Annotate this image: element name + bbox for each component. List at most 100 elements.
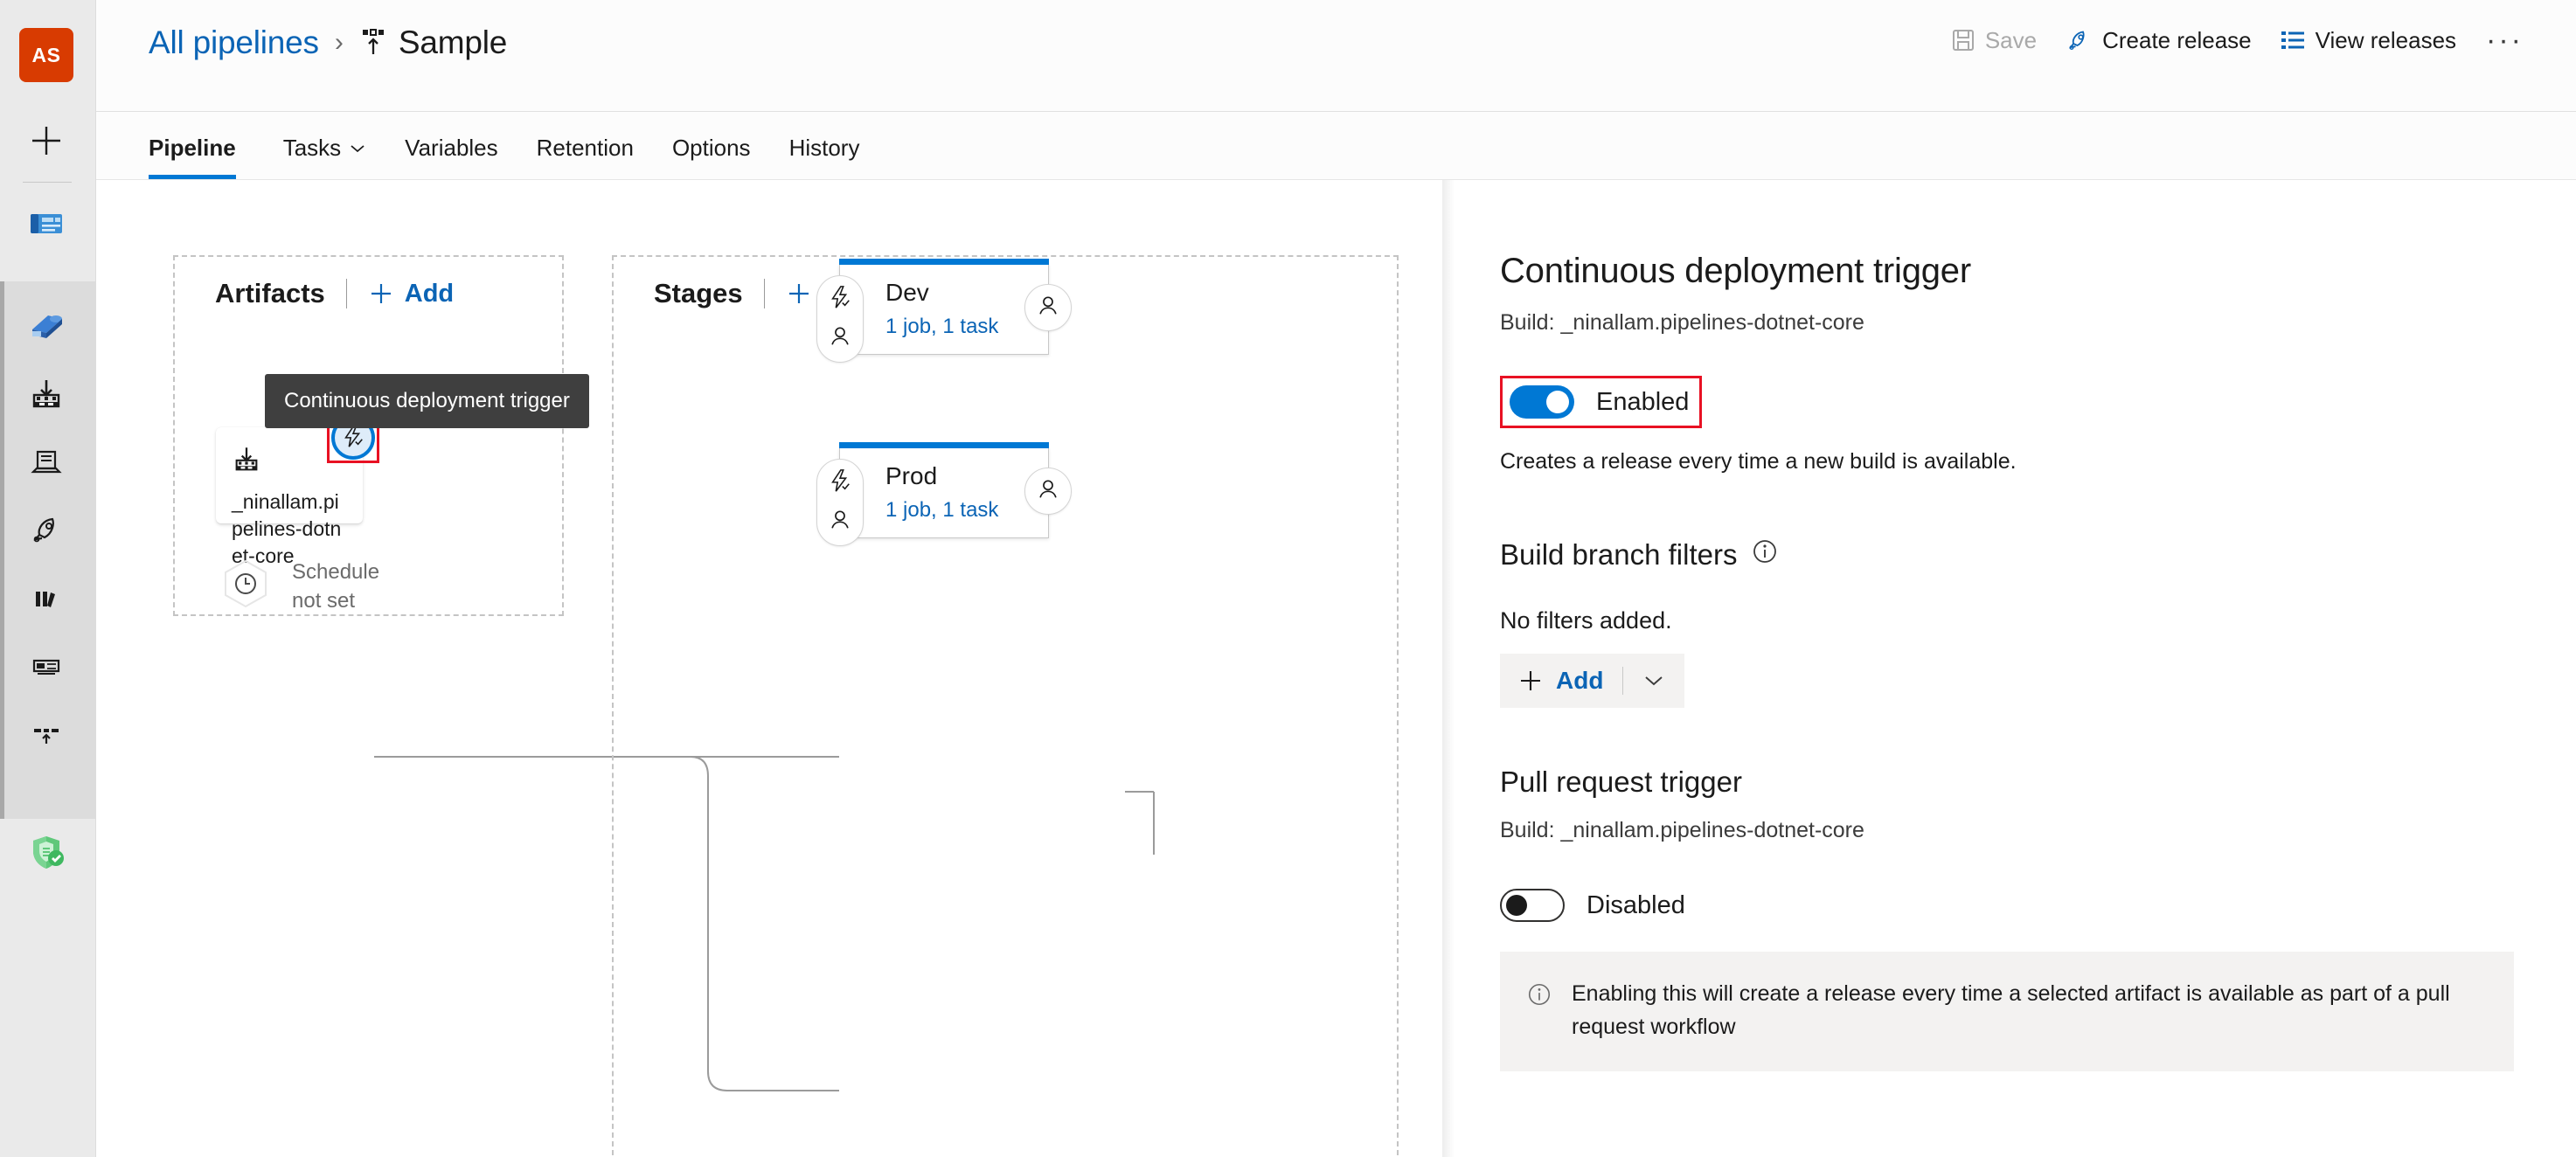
cd-toggle-highlight: Enabled — [1500, 376, 1703, 428]
view-releases-button[interactable]: View releases — [2266, 18, 2470, 63]
tab-history-label: History — [788, 135, 860, 161]
pipeline-canvas: Artifacts Add _ninallam.pipelines-dotnet… — [96, 180, 1442, 1157]
pull-request-subtitle: Build: _ninallam.pipelines-dotnet-core — [1500, 818, 1864, 842]
sidebar-item-boards[interactable] — [19, 197, 73, 251]
pr-toggle-row: Disabled — [1500, 889, 2524, 922]
post-deploy-approval-dev[interactable] — [1024, 284, 1072, 331]
create-release-button[interactable]: Create release — [2051, 17, 2266, 63]
add-artifact-button[interactable]: Add — [368, 280, 454, 308]
stage-card-dev[interactable]: Dev 1 job, 1 task — [816, 259, 1072, 363]
stage-trigger-badges-prod[interactable] — [816, 459, 864, 546]
schedule-label: Schedule not set — [292, 558, 379, 615]
tab-bar: Pipeline Tasks Variables Retention Optio… — [96, 112, 2576, 180]
stage-name-prod: Prod — [885, 462, 938, 489]
sidebar-item-deployment-groups[interactable] — [19, 708, 73, 762]
breadcrumb-all-pipelines[interactable]: All pipelines — [149, 24, 319, 61]
info-icon — [1526, 981, 1552, 1012]
sidebar-item-task-groups[interactable] — [19, 640, 73, 694]
divider — [345, 279, 347, 308]
pull-request-title: Pull request trigger — [1500, 766, 1742, 798]
divider — [763, 279, 765, 308]
save-label: Save — [1984, 26, 2038, 53]
branch-filters-title: Build branch filters — [1500, 538, 1738, 571]
save-button[interactable]: Save — [1937, 18, 2051, 63]
chevron-down-icon — [349, 142, 366, 155]
header-toolbar: Save Create release View releases ··· — [1937, 17, 2539, 63]
stage-info-dev: Dev 1 job, 1 task — [885, 279, 998, 339]
plus-icon — [786, 281, 812, 307]
add-branch-filter-button[interactable]: Add — [1500, 654, 1685, 708]
save-icon — [1951, 28, 1975, 52]
new-item-button[interactable] — [19, 114, 73, 168]
artifacts-title: Artifacts — [215, 278, 325, 308]
trigger-settings-panel: Continuous deployment trigger Build: _ni… — [1442, 180, 2576, 1157]
shield-check-icon — [24, 830, 69, 876]
download-box-icon — [28, 376, 65, 412]
rail-divider — [23, 182, 72, 183]
chevron-down-icon[interactable] — [1642, 674, 1665, 688]
plus-icon — [28, 122, 65, 159]
info-icon[interactable] — [1751, 537, 1779, 572]
person-icon — [828, 508, 852, 537]
stage-card-prod[interactable]: Prod 1 job, 1 task — [816, 442, 1072, 546]
pull-request-info-box: Enabling this will create a release ever… — [1500, 952, 2514, 1071]
more-options-button[interactable]: ··· — [2470, 23, 2539, 58]
tab-pipeline-label: Pipeline — [149, 135, 236, 161]
cd-trigger-tooltip: Continuous deployment trigger — [265, 374, 589, 428]
stage-trigger-badges-dev[interactable] — [816, 275, 864, 363]
tab-retention[interactable]: Retention — [517, 135, 653, 179]
breadcrumb: All pipelines › Sample — [149, 24, 507, 61]
breadcrumb-separator: › — [334, 28, 344, 57]
cd-toggle-note: Creates a release every time a new build… — [1500, 449, 2017, 474]
stage-meta-dev[interactable]: 1 job, 1 task — [885, 315, 998, 339]
left-nav-rail: AS — [0, 0, 96, 1157]
stage-info-prod: Prod 1 job, 1 task — [885, 462, 998, 523]
add-branch-filter-label: Add — [1556, 667, 1604, 694]
page-title: Sample — [398, 24, 508, 60]
pr-toggle-label: Disabled — [1587, 890, 1685, 919]
tab-tasks-label: Tasks — [282, 135, 342, 161]
plus-icon — [368, 281, 394, 307]
tab-tasks[interactable]: Tasks — [264, 135, 385, 179]
pr-enabled-toggle[interactable] — [1500, 889, 1565, 922]
schedule-trigger-button[interactable]: Schedule not set — [219, 558, 379, 616]
stage-meta-prod[interactable]: 1 job, 1 task — [885, 498, 998, 523]
sidebar-item-library[interactable] — [19, 572, 73, 626]
tab-options[interactable]: Options — [653, 135, 770, 179]
panel-subtitle: Build: _ninallam.pipelines-dotnet-core — [1500, 310, 1864, 335]
branch-filters-title-row: Build branch filters — [1500, 537, 2524, 572]
list-icon — [2280, 29, 2306, 52]
sidebar-item-security[interactable] — [19, 826, 73, 880]
release-icon — [28, 444, 65, 481]
add-artifact-label: Add — [404, 279, 455, 308]
cd-toggle-row: Enabled — [1500, 376, 2524, 428]
sidebar-item-deploy[interactable] — [19, 503, 73, 558]
deployment-group-icon — [28, 717, 65, 753]
sidebar-item-pipelines[interactable] — [19, 299, 73, 353]
schedule-clock-icon — [219, 558, 273, 616]
branch-filters-empty-text: No filters added. — [1500, 607, 1672, 634]
tab-variables[interactable]: Variables — [385, 135, 517, 179]
tab-retention-label: Retention — [536, 135, 634, 161]
sidebar-item-releases[interactable] — [19, 435, 73, 489]
boards-icon — [25, 203, 67, 245]
library-icon — [28, 580, 65, 617]
schedule-line-2: not set — [292, 588, 356, 613]
stages-title: Stages — [654, 278, 743, 308]
schedule-line-1: Schedule — [292, 560, 380, 585]
panel-title: Continuous deployment trigger — [1500, 252, 1971, 290]
tab-pipeline[interactable]: Pipeline — [149, 135, 255, 179]
stages-zone — [612, 255, 1399, 1155]
pipelines-icon — [24, 303, 69, 349]
cd-enabled-toggle[interactable] — [1510, 385, 1574, 419]
stage-name-dev: Dev — [885, 279, 929, 306]
release-pipeline-icon — [359, 28, 387, 58]
task-group-icon — [28, 648, 65, 685]
rocket-icon — [27, 511, 66, 550]
plus-icon — [1517, 668, 1544, 694]
avatar[interactable]: AS — [19, 28, 73, 82]
tab-history[interactable]: History — [770, 135, 879, 179]
post-deploy-approval-prod[interactable] — [1024, 468, 1072, 515]
create-release-label: Create release — [2102, 26, 2252, 53]
sidebar-item-artifacts[interactable] — [19, 367, 73, 421]
